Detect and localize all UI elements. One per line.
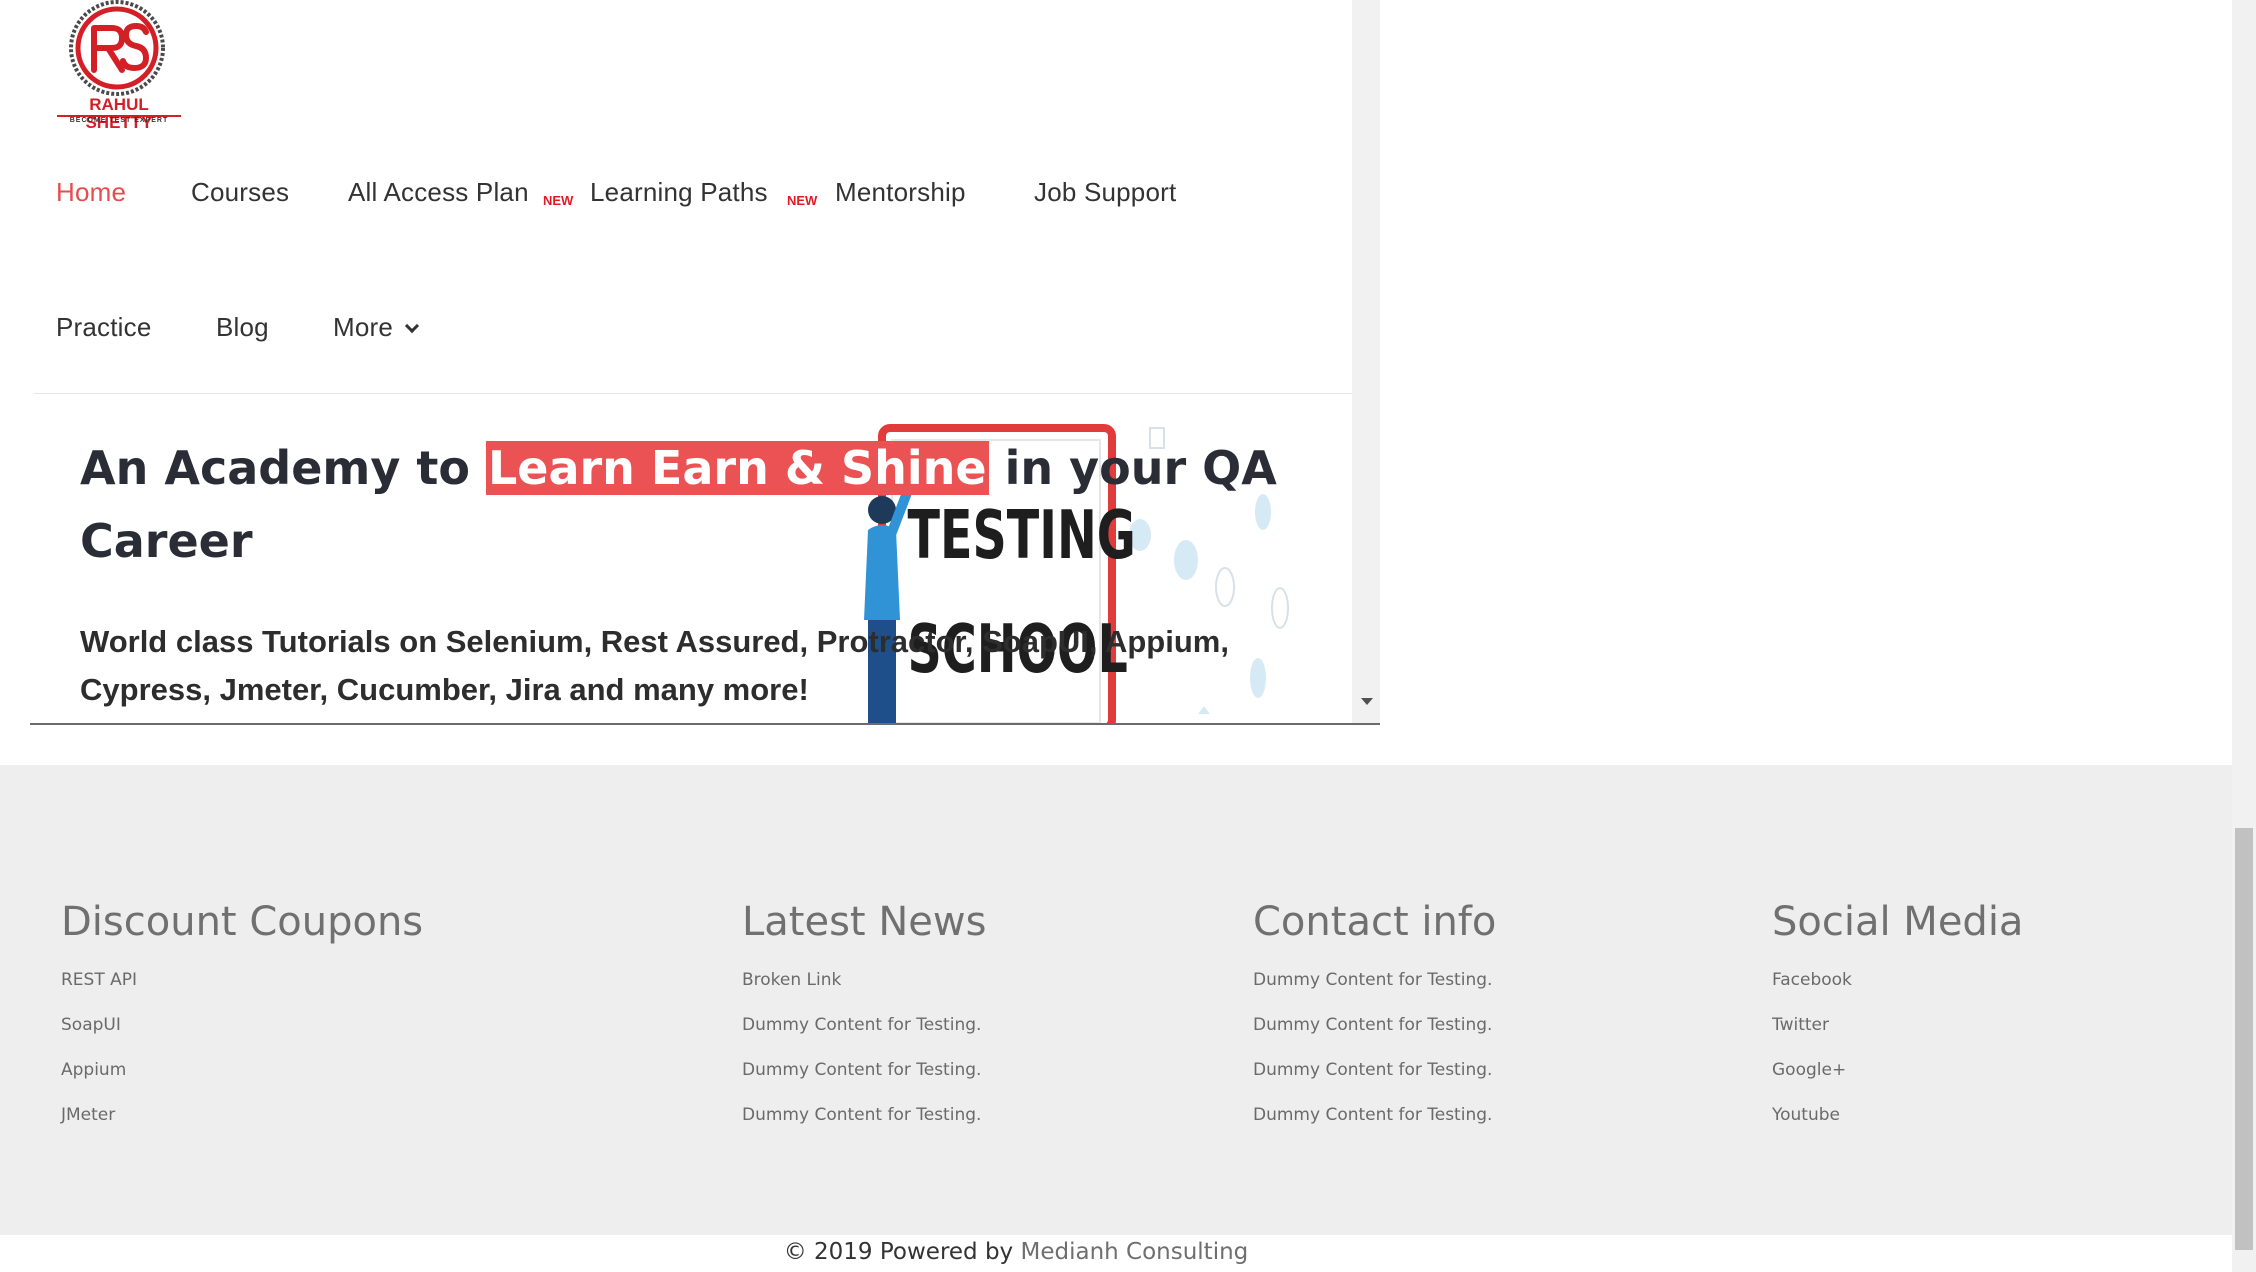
footer-col-discount-coupons: Discount Coupons REST API SoapUI Appium … xyxy=(61,892,423,1148)
footer-heading: Discount Coupons xyxy=(61,899,424,945)
footer-link[interactable]: Dummy Content for Testing. xyxy=(742,1103,986,1148)
footer-link[interactable]: Appium xyxy=(61,1058,423,1103)
page-scroll-thumb[interactable] xyxy=(2235,828,2253,1250)
nav-divider xyxy=(34,393,1352,394)
copyright-link[interactable]: Medianh Consulting xyxy=(1020,1239,1248,1265)
footer-heading: Social Media xyxy=(1772,899,2024,945)
footer-link[interactable]: Dummy Content for Testing. xyxy=(742,1058,986,1103)
new-badge: NEW xyxy=(787,193,818,208)
footer-link-youtube[interactable]: Youtube xyxy=(1772,1103,2023,1148)
footer-heading: Latest News xyxy=(742,899,987,945)
embedded-iframe[interactable]: RAHUL SHETTY BECOME TEST EXPERT Home Cou… xyxy=(30,0,1380,725)
nav-more[interactable]: More xyxy=(333,312,420,343)
scroll-down-arrow-icon[interactable] xyxy=(1361,698,1373,705)
logo-tagline: BECOME TEST EXPERT xyxy=(69,117,169,124)
hero-title-pre: An Academy to xyxy=(80,441,486,495)
footer-link[interactable]: Dummy Content for Testing. xyxy=(1253,968,1496,1013)
nav-courses[interactable]: Courses xyxy=(191,177,289,208)
footer-link[interactable]: REST API xyxy=(61,968,423,1013)
page: RAHUL SHETTY BECOME TEST EXPERT Home Cou… xyxy=(0,0,2256,1272)
footer-link[interactable]: SoapUI xyxy=(61,1013,423,1058)
hero-title-highlight: Learn Earn & Shine xyxy=(485,441,989,495)
nav-practice[interactable]: Practice xyxy=(56,312,152,343)
nav-more-label: More xyxy=(333,312,394,342)
footer: Discount Coupons REST API SoapUI Appium … xyxy=(0,765,2232,1235)
logo[interactable]: RAHUL SHETTY BECOME TEST EXPERT xyxy=(54,0,184,132)
new-badge: NEW xyxy=(543,193,574,208)
iframe-content: RAHUL SHETTY BECOME TEST EXPERT Home Cou… xyxy=(30,0,1352,723)
footer-link-google-plus[interactable]: Google+ xyxy=(1772,1058,2023,1103)
iframe-scrollbar[interactable] xyxy=(1352,0,1380,723)
footer-link-twitter[interactable]: Twitter xyxy=(1772,1013,2023,1058)
hero-subtitle: World class Tutorials on Selenium, Rest … xyxy=(80,624,1229,707)
chevron-down-icon xyxy=(404,318,420,334)
footer-col-contact-info: Contact info Dummy Content for Testing. … xyxy=(1253,892,1496,1148)
footer-link[interactable]: Dummy Content for Testing. xyxy=(742,1013,986,1058)
footer-link[interactable]: Dummy Content for Testing. xyxy=(1253,1013,1496,1058)
footer-link[interactable]: Dummy Content for Testing. xyxy=(1253,1058,1496,1103)
page-scrollbar[interactable] xyxy=(2232,0,2256,1272)
nav-job-support[interactable]: Job Support xyxy=(1034,177,1176,208)
footer-link[interactable]: Dummy Content for Testing. xyxy=(1253,1103,1496,1148)
footer-link[interactable]: JMeter xyxy=(61,1103,423,1148)
nav-mentorship[interactable]: Mentorship xyxy=(835,177,966,208)
footer-heading: Contact info xyxy=(1253,899,1497,945)
footer-link[interactable]: Broken Link xyxy=(742,968,986,1013)
copyright-text: © 2019 Powered by xyxy=(783,1239,1021,1265)
logo-emblem-icon xyxy=(69,0,165,96)
nav-learning-paths[interactable]: Learning Paths xyxy=(590,177,768,208)
footer-col-social-media: Social Media Facebook Twitter Google+ Yo… xyxy=(1772,892,2023,1148)
footer-link-facebook[interactable]: Facebook xyxy=(1772,968,2023,1013)
footer-col-latest-news: Latest News Broken Link Dummy Content fo… xyxy=(742,892,986,1148)
nav-all-access-plan[interactable]: All Access Plan xyxy=(348,177,529,208)
logo-name: RAHUL SHETTY xyxy=(85,95,153,132)
hero-title: An Academy to Learn Earn & Shine in your… xyxy=(80,432,1280,578)
nav-blog[interactable]: Blog xyxy=(216,312,269,343)
copyright: © 2019 Powered by Medianh Consulting xyxy=(0,1235,2232,1272)
nav-home[interactable]: Home xyxy=(56,177,126,208)
